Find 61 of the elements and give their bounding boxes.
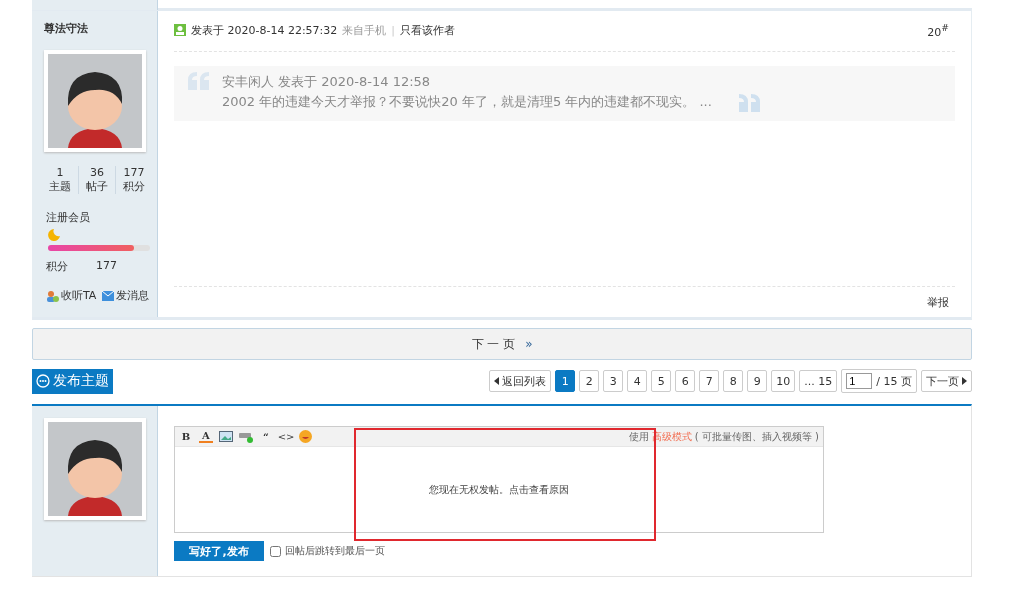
jump-checkbox[interactable] xyxy=(270,545,281,557)
advanced-prefix: 使用 xyxy=(628,429,649,444)
page-button[interactable]: 1 xyxy=(555,370,576,392)
message-link[interactable]: 发消息 xyxy=(102,288,150,303)
back-to-list-button[interactable]: 返回列表 xyxy=(489,370,552,392)
jump-label: 回帖后跳转到最后一页 xyxy=(285,544,385,558)
moon-icon xyxy=(48,229,60,241)
points-label: 积分 xyxy=(46,259,68,274)
user-rank: 注册会员 xyxy=(46,210,91,225)
people-icon xyxy=(46,289,59,302)
next-page-label: 下 一 页 xyxy=(471,335,516,353)
link-icon[interactable] xyxy=(239,430,253,443)
page-button[interactable]: 9 xyxy=(747,370,768,392)
emoji-icon[interactable] xyxy=(299,430,312,443)
image-icon[interactable] xyxy=(219,431,233,442)
stat-label: 主题 xyxy=(48,180,72,194)
page-button[interactable]: 7 xyxy=(699,370,720,392)
floor-number[interactable]: 20$^{#}$ xyxy=(927,21,949,39)
stat-value: 1 xyxy=(55,166,65,180)
page-button[interactable]: 4 xyxy=(627,370,648,392)
code-button[interactable]: <> xyxy=(279,429,293,444)
right-caret-icon xyxy=(962,377,967,385)
no-permission-notice[interactable]: 您现在无权发帖。点击查看原因 xyxy=(429,482,569,497)
quote-header: 安丰闲人 发表于 2020-8-14 12:58 xyxy=(222,73,432,91)
open-quote-icon xyxy=(188,72,210,90)
chat-icon xyxy=(36,374,50,388)
envelope-icon xyxy=(102,290,115,301)
next-arrow: » xyxy=(525,337,533,351)
follow-link[interactable]: 收听TA xyxy=(46,288,97,303)
page-button[interactable]: 5 xyxy=(651,370,672,392)
page-total: / 15 页 xyxy=(876,373,912,389)
page-button[interactable]: 2 xyxy=(579,370,600,392)
stat-value: 36 xyxy=(89,166,105,180)
post-source: 来自手机 xyxy=(342,22,387,38)
page-button[interactable]: 10 xyxy=(771,370,796,392)
report-link[interactable]: 举报 xyxy=(927,294,949,310)
next-page-bar[interactable]: 下 一 页 » xyxy=(32,328,972,360)
separator: | xyxy=(391,23,396,37)
new-thread-button[interactable]: 发布主题 xyxy=(32,368,113,394)
author-name[interactable]: 尊法守法 xyxy=(44,21,157,36)
advanced-hint: ( 可批量传图、插入视频等 ) xyxy=(694,429,819,444)
page-input[interactable]: 1 xyxy=(846,373,873,389)
page-button[interactable]: 3 xyxy=(603,370,624,392)
quote-button[interactable]: “ xyxy=(259,429,273,444)
bold-button[interactable]: B xyxy=(179,429,193,444)
page-button[interactable]: 8 xyxy=(723,370,744,392)
stat-label: 积分 xyxy=(122,180,146,194)
stat-value: 177 xyxy=(122,166,146,180)
page-button[interactable]: 6 xyxy=(675,370,696,392)
stat-label: 帖子 xyxy=(85,180,109,194)
points-value: 177 xyxy=(96,259,117,274)
author-only-link[interactable]: 只看该作者 xyxy=(400,22,456,38)
quote-text: 2002 年的违建今天才举报？不要说快20 年了，就是清理5 年内的违建都不现实。 ... xyxy=(222,93,712,111)
submit-button[interactable]: 写好了,发布 xyxy=(174,541,264,561)
font-color-button[interactable]: A xyxy=(199,430,213,443)
next-page-button[interactable]: 下一页 xyxy=(921,370,972,392)
user-icon xyxy=(174,24,186,36)
page-button[interactable]: ... 15 xyxy=(799,370,838,392)
close-quote-icon xyxy=(737,94,760,112)
left-caret-icon xyxy=(494,377,500,385)
post-time: 发表于 2020-8-14 22:57:32 xyxy=(191,22,338,38)
